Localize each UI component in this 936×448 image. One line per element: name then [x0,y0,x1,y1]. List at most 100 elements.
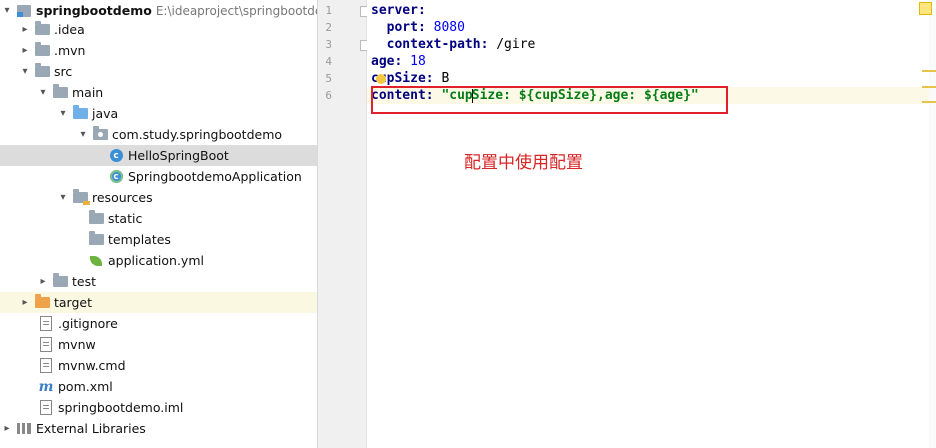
line-number: 3 [325,38,332,51]
tree-item-target[interactable]: ▸ target [0,292,317,313]
file-icon [38,400,54,415]
tree-item-application-class[interactable]: c SpringbootdemoApplication [0,166,317,187]
folder-icon [52,273,68,289]
code-line-1[interactable]: server: [367,2,936,19]
tree-item-static[interactable]: static [0,208,317,229]
chevron-down-icon[interactable]: ▾ [36,87,50,98]
tree-root-label: springbootdemo [36,3,152,18]
yaml-value: 18 [402,54,426,69]
tree-item-label: springbootdemo.iml [58,400,184,415]
tree-item-label: .gitignore [58,316,118,331]
chevron-right-icon[interactable]: ▸ [18,297,32,308]
tree-item-application-yml[interactable]: application.yml [0,250,317,271]
chevron-down-icon[interactable]: ▾ [76,129,90,140]
tree-item-label: main [72,85,104,100]
tree-item-iml[interactable]: springbootdemo.iml [0,397,317,418]
file-icon [38,337,54,352]
tree-item-label: application.yml [108,253,204,268]
tree-item-templates[interactable]: templates [0,229,317,250]
tree-item-label: resources [92,190,153,205]
highlight-box [371,86,728,114]
package-icon [92,126,108,142]
chevron-down-icon[interactable]: ▾ [56,192,70,203]
warning-marker[interactable] [922,70,936,72]
warning-marker[interactable] [922,101,936,103]
tree-item-mvnw[interactable]: mvnw [0,334,317,355]
spring-leaf-icon [88,254,104,268]
tree-root[interactable]: ▾ springbootdemo E:\ideaproject\springbo… [0,0,317,21]
folder-icon [88,231,104,247]
tree-item-label: java [92,106,119,121]
line-number: 1 [325,4,332,17]
tree-item-mvn[interactable]: ▸ .mvn [0,40,317,61]
tree-item-hellospringboot[interactable]: c HelloSpringBoot [0,145,317,166]
tree-item-label: External Libraries [36,421,146,436]
tree-item-idea[interactable]: ▸ .idea [0,19,317,40]
tree-item-package[interactable]: ▾ com.study.springbootdemo [0,124,317,145]
line-number: 5 [325,72,332,85]
lightbulb-icon[interactable] [376,74,386,84]
code-line-5[interactable]: cupSize: B [367,70,936,87]
tree-item-src[interactable]: ▾ src [0,61,317,82]
warning-marker[interactable] [922,86,936,88]
tree-item-label: .idea [54,22,85,37]
excluded-folder-icon [34,294,50,310]
code-line-4[interactable]: age: 18 [367,53,936,70]
folder-icon [34,42,50,58]
tree-item-label: mvnw.cmd [58,358,126,373]
annotation-text: 配置中使用配置 [464,153,583,173]
chevron-right-icon[interactable]: ▸ [36,276,50,287]
tree-item-external-libraries[interactable]: ▸ External Libraries [0,418,317,439]
tree-item-label: src [54,64,73,79]
tree-item-gitignore[interactable]: .gitignore [0,313,317,334]
inspection-status-icon[interactable] [919,2,932,15]
yaml-key: context-path: [371,37,489,52]
line-number: 2 [325,21,332,34]
tree-item-label: target [54,295,93,310]
folder-icon [88,210,104,226]
tree-item-label: com.study.springbootdemo [112,127,283,142]
tree-item-main[interactable]: ▾ main [0,82,317,103]
tree-item-test[interactable]: ▸ test [0,271,317,292]
editor-scrollbar[interactable] [929,0,936,448]
tree-item-label: pom.xml [58,379,113,394]
yaml-value: B [433,71,450,86]
resources-folder-icon [72,189,90,205]
folder-icon [34,63,50,79]
chevron-right-icon[interactable]: ▸ [0,423,14,434]
code-line-2[interactable]: port: 8080 [367,19,936,36]
project-tree: ▾ springbootdemo E:\ideaproject\springbo… [0,0,318,448]
tree-item-label: test [72,274,97,289]
editor-gutter[interactable]: 1 2 3 4 5 6 [318,0,371,448]
file-icon [38,316,54,331]
tree-root-path: E:\ideaproject\springbootdemo [155,3,317,18]
chevron-down-icon[interactable]: ▾ [18,66,32,77]
line-number: 4 [325,55,332,68]
source-folder-icon [72,105,88,121]
code-editor[interactable]: server: port: 8080 context-path: /gire a… [367,0,936,448]
tree-item-pom[interactable]: m pom.xml [0,376,317,397]
code-line-3[interactable]: context-path: /gire [367,36,936,53]
maven-icon: m [38,378,54,395]
chevron-right-icon[interactable]: ▸ [18,45,32,56]
project-icon [16,4,32,18]
yaml-key: port: [371,20,426,35]
yaml-value: 8080 [425,20,465,35]
tree-item-resources[interactable]: ▾ resources [0,187,317,208]
class-icon: c [108,149,124,163]
spring-boot-class-icon: c [108,170,124,184]
tree-item-label: templates [108,232,171,247]
folder-icon [34,21,50,37]
file-icon [38,358,54,373]
folder-icon [52,84,68,100]
chevron-down-icon[interactable]: ▾ [0,5,14,16]
chevron-down-icon[interactable]: ▾ [56,108,70,119]
chevron-right-icon[interactable]: ▸ [18,24,32,35]
tree-item-label: .mvn [54,43,86,58]
tree-item-java[interactable]: ▾ java [0,103,317,124]
line-number: 6 [325,89,332,102]
yaml-key: server: [371,3,426,18]
tree-item-mvnw-cmd[interactable]: mvnw.cmd [0,355,317,376]
library-icon [16,422,32,436]
tree-item-label: static [108,211,143,226]
